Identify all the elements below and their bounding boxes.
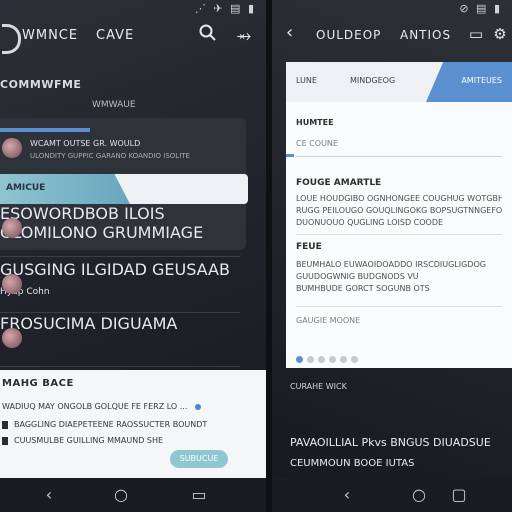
home-icon[interactable]: ○ xyxy=(408,484,430,506)
avatar xyxy=(2,138,22,158)
home-icon[interactable]: ○ xyxy=(110,484,132,506)
paragraph-line: BEUMHALO EUWAOIDOADDO IRSCDIUGLIGDOG xyxy=(296,260,486,269)
bullet-icon xyxy=(2,436,8,445)
phone-left: ⋰ ✈ ▤ ▮ WMNCE CAVE ⥇ COMMWFME WMWAUE WCA… xyxy=(0,0,266,512)
list-item[interactable]: GUSGING ILGIDAD GEUSAAB Hyup Cohn xyxy=(0,260,240,313)
summary-text: CEUMMOUN BOOE IUTAS xyxy=(290,458,415,469)
list-item[interactable]: WCAMT OUTSE GR. WOULD ULONDITY GUPPIC GA… xyxy=(0,134,246,178)
banner-label: AMICUE xyxy=(6,183,46,193)
bottom-panel: MAHG BACE WADIUQ MAY ONGOLB GOLQUE FE FE… xyxy=(0,370,266,478)
app-title: OULDEOP xyxy=(316,28,382,42)
nav-bar: ‹ ○ ▭ xyxy=(0,478,266,512)
status-bar: ⋰ ✈ ▤ ▮ xyxy=(0,0,266,18)
status-icons: ⋰ ✈ ▤ ▮ xyxy=(194,2,256,15)
field-label: HUMTEE xyxy=(296,118,334,127)
divider xyxy=(296,306,502,307)
phone-right: ⊘ ▤ ▮ ‹ OULDEOP ANTIOS ▭ ⚙ LUNE MINDGEOG… xyxy=(272,0,512,512)
panel-line: WADIUQ MAY ONGOLB GOLQUE FE FERZ LO ... xyxy=(2,402,202,411)
caption: CURAHE WICK xyxy=(290,382,347,391)
section-subtitle: WMWAUE xyxy=(92,100,136,110)
field-indicator xyxy=(286,154,294,157)
app-subtitle: ANTIOS xyxy=(400,28,452,42)
page-dot xyxy=(340,356,347,363)
page-dot xyxy=(318,356,325,363)
dot-icon xyxy=(195,403,202,410)
settings-icon[interactable]: ⚙ xyxy=(490,24,510,44)
page-dot xyxy=(351,356,358,363)
paragraph-line: LOUE HOUDGIBO OGNHONGEE COUGHUG WOTGBHED… xyxy=(296,194,502,203)
list-item-title: WCAMT OUTSE GR. WOULD xyxy=(30,139,141,148)
nav-bar: ‹ ○ ▢ xyxy=(272,478,512,512)
list-item-subtitle: DIGUAMA xyxy=(100,314,178,333)
paragraph-line: DUONUOUO QUGLING LOISD COODE xyxy=(296,218,444,227)
back-arrow-icon[interactable]: ‹ xyxy=(286,22,293,43)
panel-title: MAHG BACE xyxy=(2,378,74,389)
logo-icon xyxy=(2,24,21,54)
app-bar: WMNCE CAVE ⥇ xyxy=(0,18,266,54)
avatar xyxy=(2,328,22,348)
detail-sheet: LUNE MINDGEOG AMITEUES HUMTEE CE COUNE F… xyxy=(286,62,512,368)
section-title: COMMWFME xyxy=(0,78,82,91)
page-dot xyxy=(296,356,303,363)
panel-line: CUUSMULBE GUILLING MMAUND SHE xyxy=(2,436,163,445)
bullet-icon xyxy=(2,420,8,429)
link-text[interactable]: GAUGIE MOONE xyxy=(296,316,502,325)
tab-2[interactable]: MINDGEOG xyxy=(350,76,395,85)
avatar xyxy=(2,218,22,238)
paragraph-line: RUGG PEILOUGO GOUQLINGOKG BOPSUGTNNGEFO xyxy=(296,206,502,215)
list-item-subtitle: ULONDITY GUPPIC GARANO KOANDIO ISOLITE xyxy=(30,152,190,160)
text-field[interactable]: CE COUNE xyxy=(286,132,502,157)
search-icon[interactable] xyxy=(196,24,220,48)
window-icon[interactable]: ▭ xyxy=(466,24,486,44)
recent-apps-icon[interactable]: ▢ xyxy=(448,484,470,506)
link-icon[interactable]: ⥇ xyxy=(232,24,256,48)
app-title: WMNCE xyxy=(22,28,79,43)
page-dot xyxy=(307,356,314,363)
back-icon[interactable]: ‹ xyxy=(336,484,358,506)
list-item-subtitle: ILGIDAD GEUSAAB xyxy=(80,260,230,279)
list-item[interactable]: ESOWORDBOB ILOIS GLOMILONO GRUMMIAGE xyxy=(0,204,240,257)
field-placeholder: CE COUNE xyxy=(296,139,338,148)
app-subtitle: CAVE xyxy=(96,28,135,43)
page-indicator[interactable] xyxy=(296,348,362,367)
section-heading: FEUE xyxy=(296,242,322,252)
status-bar: ⊘ ▤ ▮ xyxy=(272,0,512,18)
back-icon[interactable]: ‹ xyxy=(38,484,60,506)
list-item[interactable]: FROSUCIMA DIGUAMA xyxy=(0,314,240,367)
tab-bar: LUNE MINDGEOG AMITEUES xyxy=(286,62,512,102)
divider xyxy=(296,234,502,235)
card-accent xyxy=(0,128,90,132)
status-icons: ⊘ ▤ ▮ xyxy=(459,2,502,15)
page-dot xyxy=(329,356,336,363)
tab-3[interactable]: AMITEUES xyxy=(461,76,502,85)
paragraph-line: GUUDOGWNIG BUDGNODS VU xyxy=(296,272,419,281)
summary-heading: PAVAOILLIAL Pkvs BNGUS DIUADSUE xyxy=(290,436,491,449)
highlight-banner[interactable]: AMICUE xyxy=(0,174,248,204)
panel-line: BAGGLING DIAEPETEENE RAOSSUCTER BOUNDT xyxy=(2,420,207,429)
avatar xyxy=(2,274,22,294)
paragraph-line: BUMHBUDE GORCT SOGUNB OTS xyxy=(296,284,430,293)
action-button[interactable]: SUBUCUE xyxy=(170,450,228,468)
tab-1[interactable]: LUNE xyxy=(296,76,317,85)
recent-apps-icon[interactable]: ▭ xyxy=(188,484,210,506)
section-heading: FOUGE AMARTLE xyxy=(296,178,382,188)
